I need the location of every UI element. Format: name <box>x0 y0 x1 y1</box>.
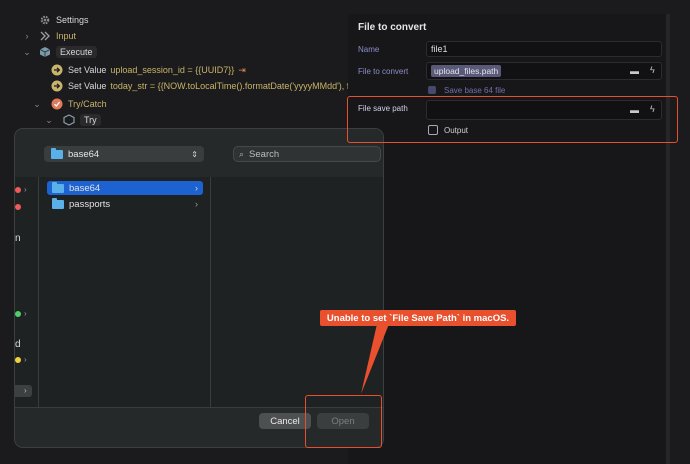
search-placeholder: Search <box>249 148 280 160</box>
tree-item-execute[interactable]: ⌄ Execute <box>22 44 97 60</box>
chevron-down-icon[interactable]: ⌄ <box>22 47 32 58</box>
cube-icon <box>38 46 51 59</box>
file-list-column: base64 › passports › <box>39 177 211 407</box>
file-item-base64[interactable]: base64 › <box>47 181 203 195</box>
tag-green-dot[interactable] <box>15 311 21 317</box>
sidebar-letter-d: d <box>15 339 21 350</box>
annotation-callout: Unable to set `File Save Path` in macOS. <box>320 310 516 326</box>
tree-label-set-value-1: Set Value <box>68 65 107 75</box>
name-value: file1 <box>431 44 448 54</box>
tree-item-set-value-2[interactable]: Set Value today_str = {{NOW.toLocalTime(… <box>50 78 356 94</box>
link-out-icon[interactable]: ⇥ <box>238 65 246 76</box>
tree-label-settings: Settings <box>56 15 89 25</box>
tag-red-dot[interactable] <box>15 204 21 210</box>
folder-icon[interactable]: ▬ <box>630 66 639 76</box>
tree-item-set-value-1[interactable]: Set Value upload_session_id = {{UUID7}} … <box>50 62 246 78</box>
tree-label-input: Input <box>56 31 77 41</box>
chevron-down-icon[interactable]: ⌄ <box>44 115 54 126</box>
tree-item-settings[interactable]: Settings <box>38 12 89 28</box>
tree-item-try[interactable]: ⌄ Try <box>44 112 101 128</box>
tag-yellow-dot[interactable] <box>15 357 21 363</box>
sidebar-letter-n: n <box>15 233 21 244</box>
callout-pointer <box>361 324 389 394</box>
cancel-button[interactable]: Cancel <box>259 413 311 429</box>
arrow-circle-icon <box>50 80 63 93</box>
highlight-file-save-path <box>347 96 678 143</box>
trycatch-icon <box>50 98 63 111</box>
double-chevron-icon <box>38 30 51 43</box>
panel-title: File to convert <box>358 22 427 33</box>
chevron-right-icon[interactable]: › <box>22 31 32 41</box>
chevron-right-icon[interactable]: › <box>24 309 27 318</box>
file-to-convert-tag: upload_files.path <box>431 65 502 77</box>
highlight-open-button <box>305 395 382 448</box>
folder-select-value: base64 <box>68 148 100 160</box>
folder-icon <box>51 147 63 159</box>
tree-item-input[interactable]: › Input <box>22 28 77 44</box>
chevron-right-icon: › <box>195 183 198 193</box>
chevron-right-icon[interactable]: › <box>24 355 27 364</box>
file-to-convert-label: File to convert <box>358 67 409 76</box>
name-label: Name <box>358 45 380 54</box>
gear-icon <box>38 14 51 27</box>
chevron-down-icon[interactable]: ⌄ <box>32 99 42 110</box>
folder-icon <box>52 181 64 193</box>
tree-expr-set-value-2: today_str = {{NOW.toLocalTime().formatDa… <box>110 81 357 91</box>
name-input[interactable]: file1 <box>426 41 662 57</box>
folder-select[interactable]: base64 ⇕ <box>44 146 204 162</box>
file-item-label: passports <box>69 198 111 210</box>
search-field[interactable]: ⌕ Search <box>233 146 381 162</box>
chevron-right-icon: › <box>195 199 198 209</box>
tree-label-set-value-2: Set Value <box>68 81 107 91</box>
sidebar-selected-item[interactable]: › <box>15 385 32 397</box>
folder-icon <box>52 197 64 209</box>
tree-item-trycatch[interactable]: ⌄ Try/Catch <box>32 96 107 112</box>
chevron-right-icon: › <box>24 386 27 395</box>
file-item-label: base64 <box>69 182 101 194</box>
save-base64-checkbox[interactable] <box>428 86 436 94</box>
tree-label-try: Try <box>80 114 101 126</box>
panel-scrollbar[interactable] <box>666 14 670 464</box>
arrow-circle-icon <box>50 64 63 77</box>
tree-label-execute: Execute <box>56 46 97 58</box>
file-item-passports[interactable]: passports › <box>47 197 203 211</box>
properties-panel: File to convert Name file1 File to conve… <box>348 14 670 464</box>
sidebar-column: › n › d › › <box>15 177 39 407</box>
updown-chevron-icon: ⇕ <box>191 149 198 159</box>
tag-red-dot[interactable] <box>15 187 21 193</box>
tree-label-trycatch: Try/Catch <box>68 99 107 109</box>
cube-icon <box>62 114 75 127</box>
search-icon: ⌕ <box>239 148 245 159</box>
lightning-icon[interactable]: ϟ <box>650 65 655 75</box>
save-base64-label: Save base 64 file <box>444 86 506 95</box>
file-to-convert-input[interactable]: upload_files.path <box>426 62 662 80</box>
tree-expr-set-value-1: upload_session_id = {{UUID7}} <box>110 65 235 75</box>
chevron-right-icon[interactable]: › <box>24 185 27 194</box>
